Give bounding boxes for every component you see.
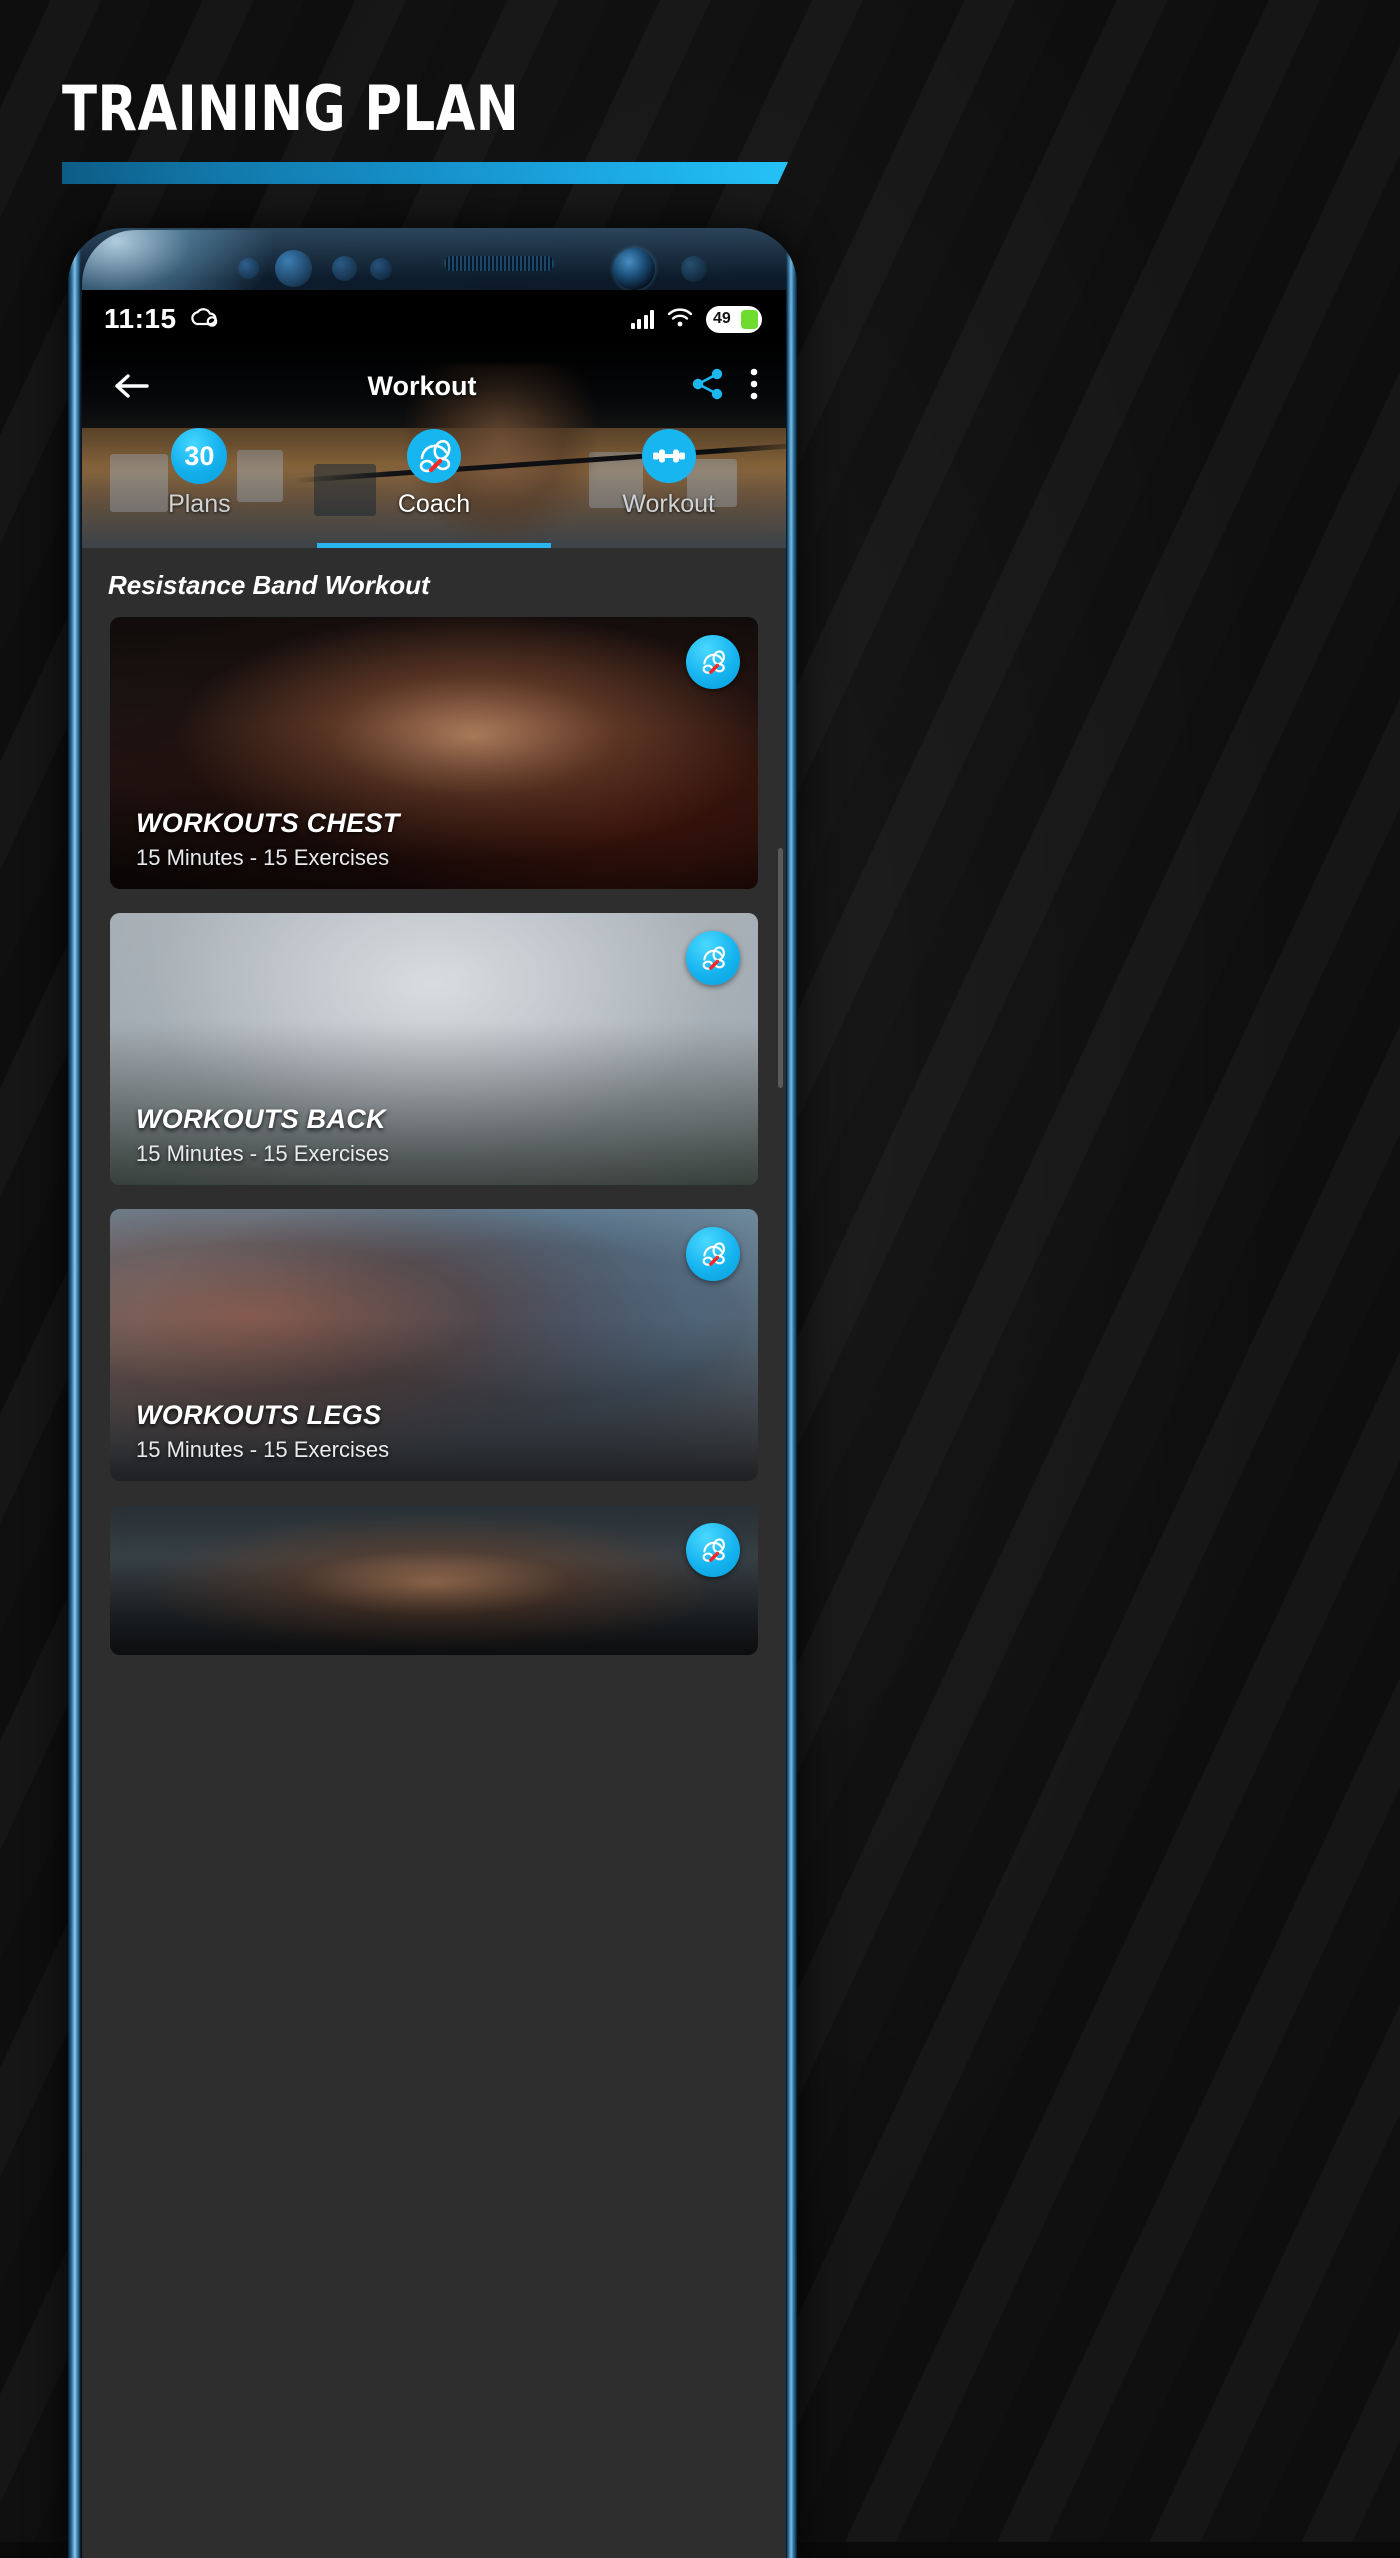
coach-icon bbox=[702, 1242, 725, 1266]
card-title: WORKOUTS CHEST bbox=[136, 808, 400, 838]
tab-coach-label: Coach bbox=[397, 490, 471, 518]
wifi-icon bbox=[666, 306, 694, 333]
card-coach-badge[interactable] bbox=[686, 931, 740, 985]
card-coach-badge[interactable] bbox=[686, 1227, 740, 1281]
tab-workout[interactable]: Workout bbox=[551, 424, 786, 519]
battery-level: 49 bbox=[713, 310, 731, 327]
workout-card[interactable]: WORKOUTS BACK 15 Minutes - 15 Exercises bbox=[110, 913, 758, 1185]
workout-card[interactable]: WORKOUTS CHEST 15 Minutes - 15 Exercises bbox=[110, 617, 758, 889]
card-title: WORKOUTS BACK bbox=[136, 1104, 386, 1134]
status-bar: 11:15 49 bbox=[82, 290, 786, 348]
workout-card[interactable]: WORKOUTS LEGS 15 Minutes - 15 Exercises bbox=[110, 1209, 758, 1481]
plans-badge-count: 30 bbox=[184, 440, 215, 471]
card-subtitle: 15 Minutes - 15 Exercises bbox=[136, 1141, 390, 1166]
tab-plans-label: Plans bbox=[168, 490, 231, 518]
back-arrow-icon bbox=[115, 374, 149, 398]
status-bar-left: 11:15 bbox=[104, 303, 219, 335]
more-vertical-icon bbox=[750, 368, 758, 399]
back-button[interactable] bbox=[108, 363, 154, 409]
app-nav-bar: Workout bbox=[82, 348, 786, 424]
iris-scanner-icon bbox=[275, 250, 312, 287]
status-bar-right: 49 bbox=[630, 305, 762, 333]
card-scrim bbox=[110, 1505, 758, 1655]
proximity-sensor-icon bbox=[238, 258, 259, 279]
front-camera-icon bbox=[613, 248, 655, 290]
card-coach-badge[interactable] bbox=[686, 635, 740, 689]
poster-headline-wrap: TRAINING PLAN bbox=[62, 78, 822, 140]
tab-plans[interactable]: 30 Plans bbox=[82, 424, 317, 519]
nav-title: Workout bbox=[367, 370, 477, 401]
page-title: TRAINING PLAN bbox=[62, 72, 520, 145]
coach-icon bbox=[702, 650, 725, 674]
signal-bars-icon bbox=[630, 309, 654, 329]
workout-card[interactable] bbox=[110, 1505, 758, 1655]
share-button[interactable] bbox=[690, 367, 726, 406]
accent-bar bbox=[62, 162, 788, 184]
status-clock: 11:15 bbox=[104, 303, 177, 334]
coach-icon bbox=[702, 1538, 725, 1562]
aux-sensor-icon bbox=[681, 256, 707, 282]
tab-coach[interactable]: Coach bbox=[317, 424, 552, 519]
card-title: WORKOUTS LEGS bbox=[136, 1400, 382, 1430]
content-area[interactable]: Resistance Band Workout WORKOUTS CHEST 1… bbox=[82, 548, 786, 2558]
card-subtitle: 15 Minutes - 15 Exercises bbox=[136, 845, 390, 870]
phone-mockup: 11:15 49 Workout 30 Plans Coach Workout … bbox=[68, 228, 797, 2558]
section-title: Resistance Band Workout bbox=[108, 570, 430, 600]
card-subtitle: 15 Minutes - 15 Exercises bbox=[136, 1437, 390, 1462]
app-header: Workout 30 Plans Coach Workout bbox=[82, 348, 786, 548]
plans-badge-icon: 30 bbox=[171, 428, 228, 484]
battery-icon: 49 bbox=[706, 305, 762, 333]
cloud-icon bbox=[189, 306, 219, 333]
workout-icon bbox=[641, 428, 697, 484]
nav-actions bbox=[690, 367, 760, 406]
card-coach-badge[interactable] bbox=[686, 1523, 740, 1577]
phone-bezel-right bbox=[786, 228, 797, 2558]
phone-screen: 11:15 49 Workout 30 Plans Coach Workout … bbox=[82, 290, 786, 2558]
tab-workout-label: Workout bbox=[622, 490, 715, 518]
card-text: WORKOUTS LEGS 15 Minutes - 15 Exercises bbox=[136, 1400, 389, 1463]
card-text: WORKOUTS BACK 15 Minutes - 15 Exercises bbox=[136, 1104, 389, 1167]
coach-icon bbox=[406, 428, 462, 484]
share-icon bbox=[692, 368, 723, 399]
tab-bar: 30 Plans Coach Workout bbox=[82, 424, 786, 548]
ir-sensor-icon bbox=[370, 258, 392, 280]
coach-icon bbox=[702, 946, 725, 970]
earpiece-speaker-icon bbox=[444, 256, 554, 271]
light-sensor-icon bbox=[332, 256, 357, 281]
overflow-menu-button[interactable] bbox=[748, 367, 760, 406]
scrollbar[interactable] bbox=[778, 848, 783, 1088]
phone-bezel-left bbox=[68, 228, 81, 2558]
card-text: WORKOUTS CHEST 15 Minutes - 15 Exercises bbox=[136, 808, 400, 871]
